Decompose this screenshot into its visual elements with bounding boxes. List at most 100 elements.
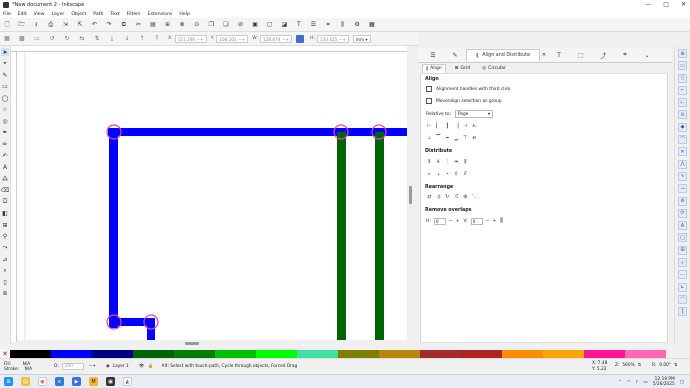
clone-icon[interactable]: ❏ — [222, 21, 230, 29]
maximize-button[interactable]: □ — [663, 1, 669, 8]
snap-grid-icon[interactable]: ⊞ — [678, 245, 687, 255]
store-icon[interactable]: ▣ — [106, 377, 115, 386]
center-vertical-axis-icon[interactable]: ┃ — [444, 123, 451, 129]
blue-vertical-bar[interactable] — [109, 128, 118, 328]
pages-tool-icon[interactable]: ▯ — [1, 279, 9, 287]
node-tool-icon[interactable]: ⌖ — [1, 60, 9, 68]
palette-swatch[interactable] — [10, 350, 51, 358]
rotation-control[interactable]: R: 0.00° ⇅ — [652, 363, 678, 368]
rotate-ccw-icon[interactable]: ↺ — [48, 35, 56, 43]
export-icon[interactable]: ⇱ — [76, 21, 84, 29]
wifi-icon[interactable]: ◠ — [627, 380, 631, 385]
snap-edges-icon[interactable]: ▯ — [678, 73, 687, 83]
fill-stroke-indicator[interactable]: Fill: N/A Stroke: N/A — [0, 362, 38, 372]
green-bar-left[interactable] — [337, 132, 346, 340]
distribute-right-icon[interactable]: ⫶ — [444, 159, 451, 165]
flip-vertical-icon[interactable]: ⇅ — [93, 35, 101, 43]
text-tool-icon[interactable]: A — [1, 163, 9, 171]
tab-align[interactable]: ⫼ Align — [422, 63, 446, 74]
distribute-top-icon[interactable]: ⫟ — [426, 171, 433, 177]
save-icon[interactable]: ⭳ — [32, 21, 40, 29]
align-top-edges-icon[interactable]: ⊤ — [462, 135, 469, 141]
horizontal-scroll-thumb[interactable] — [185, 342, 199, 345]
snap-object-center-icon[interactable]: ⊚ — [678, 196, 687, 206]
distribute-bottom-icon[interactable]: ⫞ — [444, 171, 451, 177]
palette-swatch[interactable] — [461, 350, 502, 358]
snap-toggle-icon[interactable]: ⊕ — [678, 49, 687, 58]
raise-top-icon[interactable]: ⤒ — [153, 35, 161, 43]
mail-icon[interactable]: M — [89, 377, 98, 386]
menu-layer[interactable]: Layer — [52, 12, 65, 17]
palette-swatch[interactable] — [174, 350, 215, 358]
import-icon[interactable]: ⇲ — [61, 21, 69, 29]
alignment-handles-option[interactable]: Alignment handles with third click — [426, 86, 511, 92]
selector-tool-icon[interactable]: ➤ — [1, 48, 9, 56]
palette-swatch[interactable] — [379, 350, 420, 358]
spiral-tool-icon[interactable]: ◎ — [1, 117, 9, 125]
notification-icon[interactable]: ▢ — [680, 380, 684, 385]
exchange-positions-icon[interactable]: ⇄ — [426, 194, 433, 200]
lock-ratio-button[interactable] — [295, 34, 304, 43]
pen-tool-icon[interactable]: ✒ — [1, 129, 9, 137]
cut-icon[interactable]: ✂ — [134, 21, 142, 29]
center-horizontal-axis-icon[interactable]: ━ — [444, 135, 451, 141]
menu-edit[interactable]: Edit — [18, 12, 27, 17]
select-all-layers-icon[interactable]: ▩ — [18, 35, 26, 43]
system-clock[interactable]: 12:19 PM 5/26/2025 — [653, 377, 675, 387]
tab-grid[interactable]: ⊞ Grid — [452, 65, 474, 72]
print-icon[interactable]: ⎙ — [47, 21, 55, 29]
star-tool-icon[interactable]: ☆ — [1, 106, 9, 114]
menu-path[interactable]: Path — [93, 12, 103, 17]
palette-swatch[interactable] — [133, 350, 174, 358]
palette-swatch[interactable] — [543, 350, 584, 358]
transform-tab-icon[interactable]: ⬚ — [570, 49, 592, 61]
palette-swatch[interactable] — [584, 350, 625, 358]
eraser-tool-icon[interactable]: ⌫ — [1, 187, 9, 195]
measure-tool-icon[interactable]: ⊿ — [1, 256, 9, 264]
rearrange-graph-icon[interactable]: ⋱ — [471, 194, 478, 200]
raise-bottom-icon[interactable]: ⤓ — [108, 35, 116, 43]
relative-to-select[interactable]: Page ▾ — [455, 110, 493, 118]
start-icon[interactable]: ⊞ — [4, 377, 13, 386]
palette-swatch[interactable] — [51, 350, 92, 358]
fill-stroke-tab-icon[interactable]: ☰ — [422, 49, 444, 61]
flip-horizontal-icon[interactable]: ⇆ — [78, 35, 86, 43]
copy-icon[interactable]: ⧉ — [120, 21, 128, 29]
edge-icon[interactable]: e — [55, 377, 64, 386]
snap-center-icon[interactable]: ⊙ — [678, 110, 687, 120]
gradient-tool-icon[interactable]: ◧ — [1, 210, 9, 218]
preferences-icon[interactable]: ⚙ — [353, 21, 361, 29]
spray-tool-icon[interactable]: ⁂ — [1, 175, 9, 183]
horizontal-scrollbar[interactable] — [17, 340, 407, 346]
close-tab-icon[interactable]: ✕ — [540, 49, 548, 61]
no-paint-swatch[interactable]: ✕ — [0, 350, 10, 358]
pencil-tool-icon[interactable]: ✏ — [1, 140, 9, 148]
move-as-group-checkbox[interactable] — [426, 98, 432, 104]
file-explorer-icon[interactable]: ▤ — [21, 377, 30, 386]
snap-paths-icon[interactable]: ⌒ — [678, 135, 687, 145]
text-font-icon[interactable]: T — [295, 21, 303, 29]
paste-icon[interactable]: ▤ — [149, 21, 157, 29]
palette-swatch[interactable] — [502, 350, 543, 358]
exchange-clockwise-icon[interactable]: ↻ — [444, 194, 451, 200]
zoom-app-icon[interactable]: ▶ — [72, 377, 81, 386]
snap-page-border-icon[interactable]: ▢ — [678, 233, 687, 243]
distribute-left-icon[interactable]: ⫴ — [426, 159, 433, 165]
h-gap-spinner[interactable]: H: 0 − + — [426, 217, 459, 225]
align-right-edges-icon[interactable]: ⊣ — [462, 123, 469, 129]
align-bottom-icon[interactable]: ▁ — [453, 135, 460, 141]
zoom-drawing-icon[interactable]: ⊗ — [178, 21, 186, 29]
align-distribute-icon[interactable]: ⫼ — [339, 21, 347, 29]
palette-swatch[interactable] — [215, 350, 256, 358]
close-button[interactable]: ✕ — [681, 1, 686, 8]
snap-cusp-icon[interactable]: ⋀ — [678, 159, 687, 169]
align-left-edges-icon[interactable]: ⊢ — [426, 123, 433, 129]
palette-swatch[interactable] — [338, 350, 379, 358]
menu-extensions[interactable]: Extensions — [147, 12, 172, 17]
snap-nodes-icon[interactable]: ◆ — [678, 122, 687, 132]
dropper-tool-icon[interactable]: ⚲ — [1, 233, 9, 241]
width-field[interactable]: 128.474 −+ — [259, 34, 292, 43]
xml-editor-icon[interactable]: ⌗ — [324, 21, 332, 29]
distribute-centers-v-icon[interactable]: ⫠ — [435, 171, 442, 177]
distribute-baseline-v-icon[interactable]: ⫻ — [462, 171, 469, 177]
